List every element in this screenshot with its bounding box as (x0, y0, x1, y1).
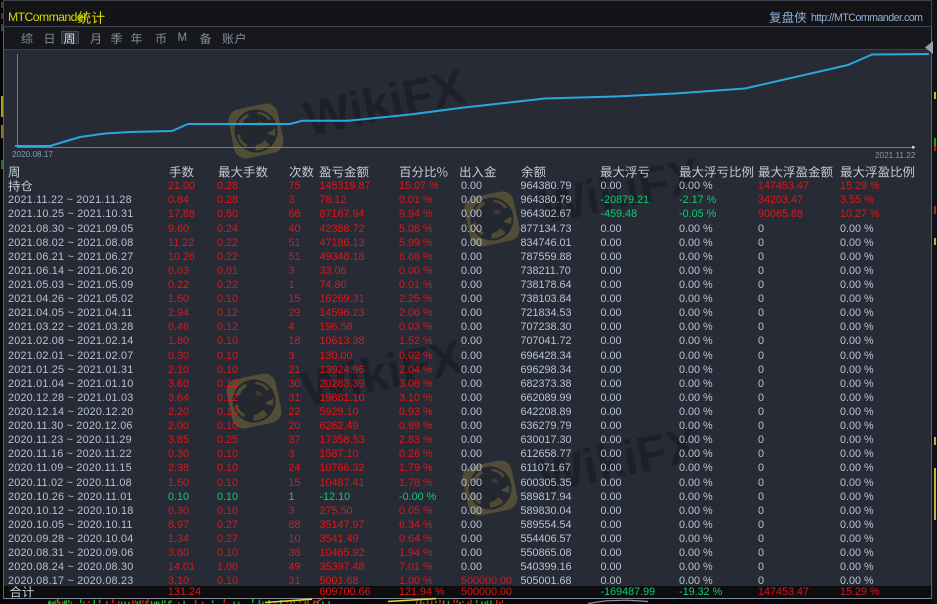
svg-text:WikiFX: WikiFX (299, 60, 470, 147)
